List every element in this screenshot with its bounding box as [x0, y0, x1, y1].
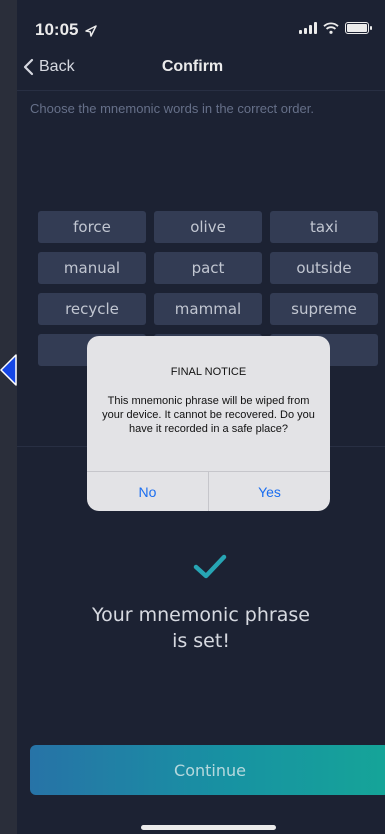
alert-message: This mnemonic phrase will be wiped from …: [102, 395, 315, 435]
alert-button-row: No Yes: [87, 471, 330, 511]
alert-title: FINAL NOTICE: [170, 366, 247, 378]
yes-button[interactable]: Yes: [208, 472, 330, 511]
final-notice-alert: FINAL NOTICE This mnemonic phrase will b…: [87, 336, 330, 511]
left-edge-strip: [0, 0, 17, 834]
no-button[interactable]: No: [87, 472, 208, 511]
pointer-arrow-icon: [0, 354, 17, 386]
